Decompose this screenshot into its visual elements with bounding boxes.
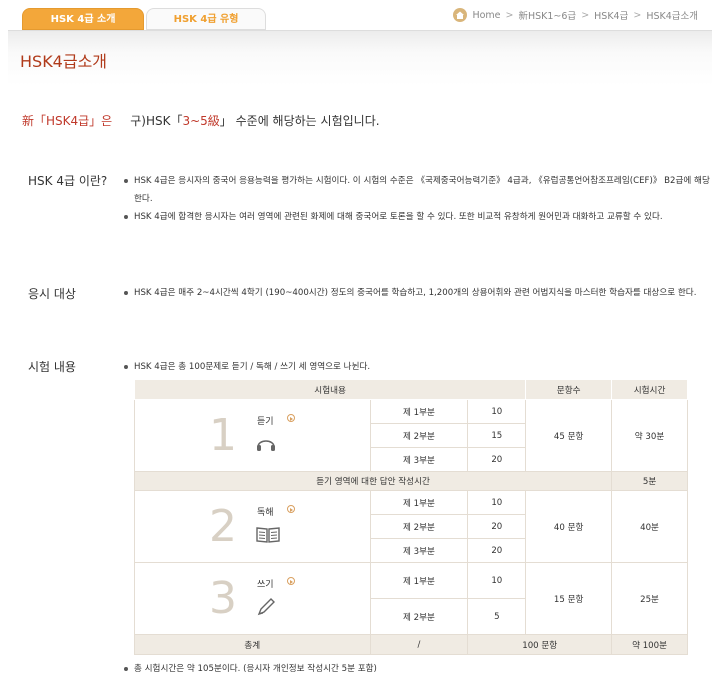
headphones-icon <box>257 440 275 451</box>
exam-table: 시험내용 문항수 시험시간 1 듣기 제 1부분 10 45 문항 약 30분 … <box>133 379 688 655</box>
part-cell: 제 1부분 <box>369 490 469 515</box>
about-bullet: HSK 4급에 합격한 응시자는 여러 영역에 관련된 화제에 대해 중국어로 … <box>122 208 710 226</box>
tab-hsk4-intro[interactable]: HSK 4급 소개 <box>22 8 144 30</box>
intro-rest: 수준에 해당하는 시험입니다. <box>231 114 380 128</box>
content-bullets: HSK 4급은 총 100문제로 듣기 / 독해 / 쓰기 세 영역으로 나뉜다… <box>122 358 710 376</box>
answer-sheet-time: 5분 <box>611 471 688 491</box>
breadcrumb-sep: > <box>505 9 514 21</box>
section-number: 2 <box>209 501 237 552</box>
count-cell: 20 <box>467 447 527 472</box>
part-cell: 제 1부분 <box>369 562 469 599</box>
breadcrumb: Home > 新HSK1~6급 > HSK4급 > HSK4급소개 <box>453 8 698 22</box>
total-label: 총계 <box>134 634 371 655</box>
target-bullets: HSK 4급은 매주 2~4시간씩 4학기 (190~400시간) 정도의 중국… <box>122 284 710 302</box>
breadcrumb-sep: > <box>581 9 590 21</box>
arrow-circle-icon <box>287 414 295 422</box>
time-cell: 25분 <box>611 562 688 635</box>
count-cell: 5 <box>467 598 527 635</box>
part-cell: 제 2부분 <box>369 423 469 448</box>
book-icon <box>256 527 280 543</box>
section-name: 독해 <box>257 508 274 518</box>
count-cell: 10 <box>467 562 527 599</box>
table-row: 2 독해 제 1부분 10 40 문항 40분 <box>134 490 688 563</box>
writing-cell: 3 쓰기 <box>134 562 371 635</box>
total-count: 100 문항 <box>467 634 613 655</box>
part-cell: 제 3부분 <box>369 538 469 563</box>
section-name: 듣기 <box>257 417 274 427</box>
time-cell: 40분 <box>611 490 688 563</box>
about-bullets: HSK 4급은 응시자의 중국어 응용능력을 평가하는 시험이다. 이 시험의 … <box>122 172 710 226</box>
part-cell: 제 2부분 <box>369 514 469 539</box>
breadcrumb-home[interactable]: Home <box>472 10 500 21</box>
th-count: 문항수 <box>525 379 613 400</box>
time-cell: 약 30분 <box>611 399 688 472</box>
table-header-row: 시험내용 문항수 시험시간 <box>133 379 688 400</box>
content-bullet: HSK 4급은 총 100문제로 듣기 / 독해 / 쓰기 세 영역으로 나뉜다… <box>122 358 710 376</box>
pen-icon <box>257 598 275 616</box>
home-icon[interactable] <box>453 8 468 22</box>
total-slash: / <box>369 634 469 655</box>
about-bullet: HSK 4급은 응시자의 중국어 응용능력을 평가하는 시험이다. 이 시험의 … <box>122 172 710 208</box>
part-cell: 제 3부분 <box>369 447 469 472</box>
count-cell: 20 <box>467 514 527 539</box>
section-label-content: 시험 내용 <box>28 360 76 374</box>
table-row-total: 총계 / 100 문항 약 100분 <box>134 634 688 655</box>
reading-cell: 2 독해 <box>134 490 371 563</box>
intro-old: 구)HSK「 <box>130 114 183 128</box>
target-bullet: HSK 4급은 매주 2~4시간씩 4학기 (190~400시간) 정도의 중국… <box>122 284 710 302</box>
section-number: 1 <box>209 410 237 461</box>
footnote: 총 시험시간은 약 105분이다. (응시자 개인정보 작성시간 5분 포함) <box>122 662 377 674</box>
part-cell: 제 2부분 <box>369 598 469 635</box>
arrow-circle-icon <box>287 577 295 585</box>
listening-cell: 1 듣기 <box>134 399 371 472</box>
title-band <box>8 30 712 86</box>
table-row-answer-sheet: 듣기 영역에 대한 답안 작성시간 5분 <box>133 471 688 491</box>
count-cell: 20 <box>467 538 527 563</box>
total-count-cell: 40 문항 <box>525 490 613 563</box>
section-label-about: HSK 4급 이란? <box>28 174 108 188</box>
arrow-circle-icon <box>287 505 295 513</box>
breadcrumb-sep: > <box>633 9 642 21</box>
total-count-cell: 15 문항 <box>525 562 613 635</box>
count-cell: 15 <box>467 423 527 448</box>
intro-levels: 3~5級 <box>182 114 220 128</box>
tab-hsk4-types[interactable]: HSK 4급 유형 <box>146 8 266 30</box>
page-title: HSK4급소개 <box>20 52 108 71</box>
section-label-target: 응시 대상 <box>28 287 76 301</box>
count-cell: 10 <box>467 490 527 515</box>
footnote-text: 총 시험시간은 약 105분이다. (응시자 개인정보 작성시간 5분 포함) <box>122 662 377 674</box>
breadcrumb-level[interactable]: 新HSK1~6급 <box>518 8 576 22</box>
th-content: 시험내용 <box>133 379 527 400</box>
intro-close: 」 <box>219 114 232 128</box>
intro-new: 新「HSK4급」은 <box>22 114 113 128</box>
exam-table-wrap: 시험내용 문항수 시험시간 1 듣기 제 1부분 10 45 문항 약 30분 … <box>133 379 688 655</box>
table-row: 3 쓰기 제 1부분 10 15 문항 25분 <box>134 562 688 635</box>
section-name: 쓰기 <box>257 580 274 590</box>
count-cell: 10 <box>467 399 527 424</box>
section-number: 3 <box>209 573 237 624</box>
table-row: 1 듣기 제 1부분 10 45 문항 약 30분 <box>134 399 688 472</box>
breadcrumb-current: HSK4급소개 <box>646 11 698 22</box>
intro-text: 新「HSK4급」은 구)HSK「3~5級」 수준에 해당하는 시험입니다. <box>22 112 380 129</box>
total-time: 약 100분 <box>611 634 688 655</box>
breadcrumb-hsk4[interactable]: HSK4급 <box>594 8 628 22</box>
part-cell: 제 1부분 <box>369 399 469 424</box>
th-time: 시험시간 <box>611 379 688 400</box>
answer-sheet-label: 듣기 영역에 대한 답안 작성시간 <box>133 471 613 491</box>
total-count-cell: 45 문항 <box>525 399 613 472</box>
